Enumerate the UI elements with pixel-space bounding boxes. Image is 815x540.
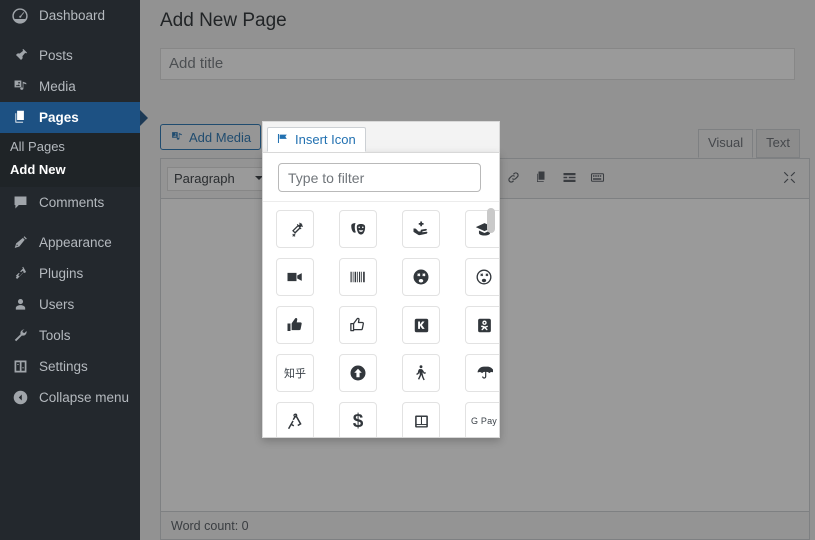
- insert-icon-label: Insert Icon: [295, 132, 356, 147]
- hand-holding-medical-icon[interactable]: [402, 210, 440, 248]
- appearance-brush-icon: [10, 233, 30, 253]
- sidebar-item-comments[interactable]: Comments: [0, 187, 140, 218]
- sidebar-item-label: Comments: [39, 195, 105, 210]
- sidebar-item-label: Media: [39, 79, 76, 94]
- thumbs-up-outline-icon[interactable]: [339, 306, 377, 344]
- thumbs-up-solid-icon[interactable]: [276, 306, 314, 344]
- sidebar-item-label: Tools: [39, 328, 71, 343]
- sidebar-subitem-label: All Pages: [10, 139, 65, 154]
- arrow-up-circle-icon[interactable]: [339, 354, 377, 392]
- zhihu-icon[interactable]: 知乎: [276, 354, 314, 392]
- sidebar-item-dashboard[interactable]: Dashboard: [0, 0, 140, 31]
- icon-filter-input[interactable]: [278, 163, 481, 192]
- settings-sliders-icon: [10, 357, 30, 377]
- pages-submenu: All Pages Add New: [0, 133, 140, 187]
- drafting-compass-icon[interactable]: [276, 402, 314, 437]
- syringe-icon[interactable]: [276, 210, 314, 248]
- plugin-icon: [10, 264, 30, 284]
- sidebar-subitem-add-new[interactable]: Add New: [0, 158, 140, 181]
- theater-masks-icon[interactable]: [339, 210, 377, 248]
- sidebar-item-label: Dashboard: [39, 8, 106, 23]
- sidebar-item-label: Users: [39, 297, 75, 312]
- scrollbar-thumb[interactable]: [487, 208, 495, 233]
- sidebar-subitem-label: Add New: [10, 162, 66, 177]
- user-icon: [10, 295, 30, 315]
- kickstarter-k-icon[interactable]: [402, 306, 440, 344]
- sidebar-item-pages[interactable]: Pages: [0, 102, 148, 133]
- sidebar-item-media[interactable]: Media: [0, 71, 140, 102]
- media-icon: [10, 77, 30, 97]
- sidebar-item-tools[interactable]: Tools: [0, 320, 140, 351]
- book-reader-icon[interactable]: [402, 402, 440, 437]
- sidebar-item-users[interactable]: Users: [0, 289, 140, 320]
- video-camera-icon[interactable]: [276, 258, 314, 296]
- sidebar-item-label: Posts: [39, 48, 73, 63]
- dizzy-face-solid-icon[interactable]: [402, 258, 440, 296]
- pin-icon: [10, 46, 30, 66]
- sidebar-item-label: Pages: [39, 110, 79, 125]
- icon-filter-wrapper: [263, 153, 499, 201]
- collapse-menu-button[interactable]: Collapse menu: [0, 382, 140, 413]
- sidebar-item-appearance[interactable]: Appearance: [0, 227, 140, 258]
- collapse-arrow-icon: [10, 388, 30, 408]
- collapse-menu-label: Collapse menu: [39, 390, 130, 405]
- sidebar-item-posts[interactable]: Posts: [0, 40, 140, 71]
- flag-icon: [276, 132, 289, 148]
- zhihu-label: 知乎: [284, 366, 306, 380]
- walking-icon[interactable]: [402, 354, 440, 392]
- dollar-label: $: [352, 410, 364, 432]
- sidebar-divider: [0, 218, 140, 227]
- wrench-icon: [10, 326, 30, 346]
- sidebar-item-label: Plugins: [39, 266, 84, 281]
- sidebar-divider: [0, 31, 140, 40]
- sidebar-item-settings[interactable]: Settings: [0, 351, 140, 382]
- insert-icon-button[interactable]: Insert Icon: [267, 127, 366, 152]
- sidebar-item-plugins[interactable]: Plugins: [0, 258, 140, 289]
- icon-grid: 知乎 $ G Pay: [276, 210, 499, 437]
- sidebar-item-label: Appearance: [39, 235, 112, 250]
- sidebar-subitem-all-pages[interactable]: All Pages: [0, 135, 140, 158]
- barcode-icon[interactable]: [339, 258, 377, 296]
- icon-grid-scroll-area[interactable]: 知乎 $ G Pay: [263, 201, 499, 437]
- comments-icon: [10, 193, 30, 213]
- admin-sidebar: Dashboard Posts Media Pages All Pages Ad…: [0, 0, 148, 540]
- pages-icon: [10, 108, 30, 128]
- icon-grid-scrollbar[interactable]: [487, 208, 495, 433]
- dashboard-icon: [10, 6, 30, 26]
- sidebar-item-label: Settings: [39, 359, 88, 374]
- icon-picker-popup: 知乎 $ G Pay: [262, 152, 500, 438]
- dollar-sign-icon[interactable]: $: [339, 402, 377, 437]
